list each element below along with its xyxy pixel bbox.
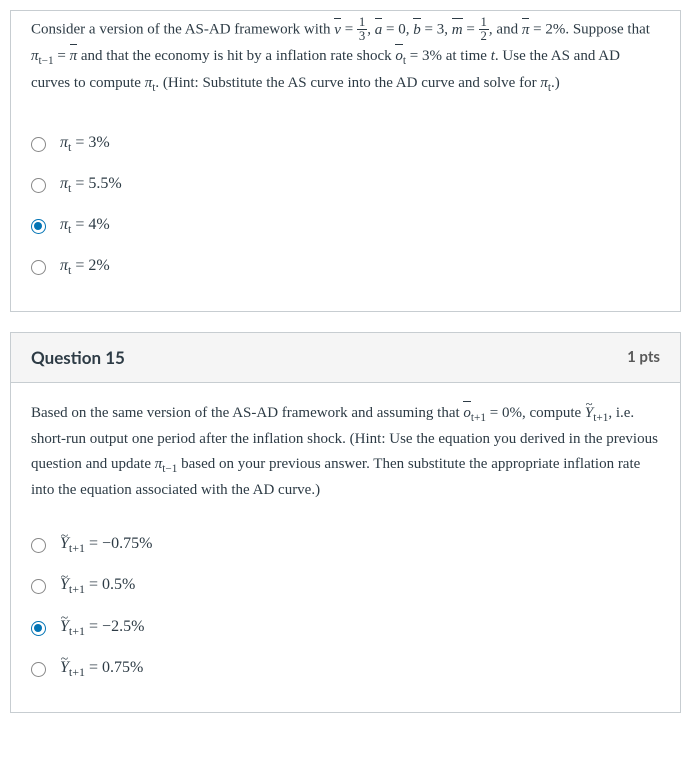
var-pibar2: π (70, 44, 78, 70)
abar-eq: = 0, (382, 22, 413, 38)
radio-14-b[interactable] (31, 178, 46, 193)
question-15-text: Based on the same version of the AS-AD f… (31, 401, 660, 504)
frac-1-2: 12 (479, 16, 489, 43)
answer-15-b-label: Yt+1 = 0.5% (60, 576, 135, 597)
question-15-body: Based on the same version of the AS-AD f… (11, 383, 680, 518)
var-pibar: π (522, 18, 530, 44)
radio-14-d[interactable] (31, 260, 46, 275)
radio-14-a[interactable] (31, 137, 46, 152)
answer-15-d[interactable]: Yt+1 = 0.75% (31, 649, 660, 690)
pibar-eq: = 2% (529, 22, 565, 38)
answer-14-c[interactable]: πt = 4% (31, 206, 660, 247)
var-ytilde: Y (585, 401, 593, 426)
mbar-eq: = (463, 22, 479, 38)
question-card-15: Question 15 1 pts Based on the same vers… (10, 332, 681, 713)
var-bbar: b (413, 18, 421, 44)
var-obar-tp1: o (463, 401, 471, 426)
sub-tm1-2: t−1 (162, 463, 177, 475)
answer-14-b-label: πt = 5.5% (60, 175, 122, 196)
var-abar: a (375, 18, 383, 44)
obar-eq: = 3% (406, 48, 442, 64)
and: , and (489, 22, 522, 38)
answer-15-d-label: Yt+1 = 0.75% (60, 659, 143, 680)
pi-tm1-eq: = (54, 48, 70, 64)
var-obar: o (395, 44, 403, 70)
question-15-answers: Yt+1 = −0.75% Yt+1 = 0.5% Yt+1 = −2.5% Y… (11, 517, 680, 712)
answer-14-d-label: πt = 2% (60, 257, 110, 278)
radio-15-b[interactable] (31, 579, 46, 594)
obar-tp1-eq: = 0% (486, 405, 522, 421)
answer-15-a-label: Yt+1 = −0.75% (60, 535, 152, 556)
q15-intro: Based on the same version of the AS-AD f… (31, 405, 463, 421)
radio-15-d[interactable] (31, 662, 46, 677)
question-14-answers: πt = 3% πt = 5.5% πt = 4% πt = 2% (11, 116, 680, 311)
question-15-points: 1 pts (627, 348, 660, 366)
frac-1-3: 13 (357, 16, 367, 43)
suppose: . Suppose that (565, 22, 650, 38)
answer-14-c-label: πt = 4% (60, 216, 110, 237)
comma: , (367, 22, 375, 38)
sub-tp1-2: t+1 (593, 412, 608, 424)
question-15-header: Question 15 1 pts (11, 333, 680, 383)
var-vbar: v (334, 18, 341, 44)
sub-tm1: t−1 (39, 55, 54, 67)
bbar-eq: = 3, (421, 22, 452, 38)
question-card-14: Consider a version of the AS-AD framewor… (10, 10, 681, 312)
answer-14-a[interactable]: πt = 3% (31, 124, 660, 165)
radio-15-a[interactable] (31, 538, 46, 553)
var-mbar: m (452, 18, 463, 44)
answer-15-b[interactable]: Yt+1 = 0.5% (31, 566, 660, 607)
compute: , compute (522, 405, 585, 421)
answer-15-a[interactable]: Yt+1 = −0.75% (31, 525, 660, 566)
sub-tp1: t+1 (471, 412, 486, 424)
economy: and that the economy is hit by a inflati… (77, 48, 395, 64)
hint: . (Hint: Substitute the AS curve into th… (155, 75, 540, 91)
question-14-text: Consider a version of the AS-AD framewor… (11, 11, 680, 108)
radio-14-c[interactable] (31, 219, 46, 234)
radio-15-c[interactable] (31, 621, 46, 636)
eq: = (341, 22, 357, 38)
answer-15-c-label: Yt+1 = −2.5% (60, 618, 144, 639)
answer-14-b[interactable]: πt = 5.5% (31, 165, 660, 206)
q14-intro: Consider a version of the AS-AD framewor… (31, 22, 334, 38)
attime: at time (442, 48, 491, 64)
answer-14-a-label: πt = 3% (60, 134, 110, 155)
question-15-title: Question 15 (31, 347, 125, 368)
answer-15-c[interactable]: Yt+1 = −2.5% (31, 608, 660, 649)
hintend: .) (551, 75, 560, 91)
answer-14-d[interactable]: πt = 2% (31, 247, 660, 288)
